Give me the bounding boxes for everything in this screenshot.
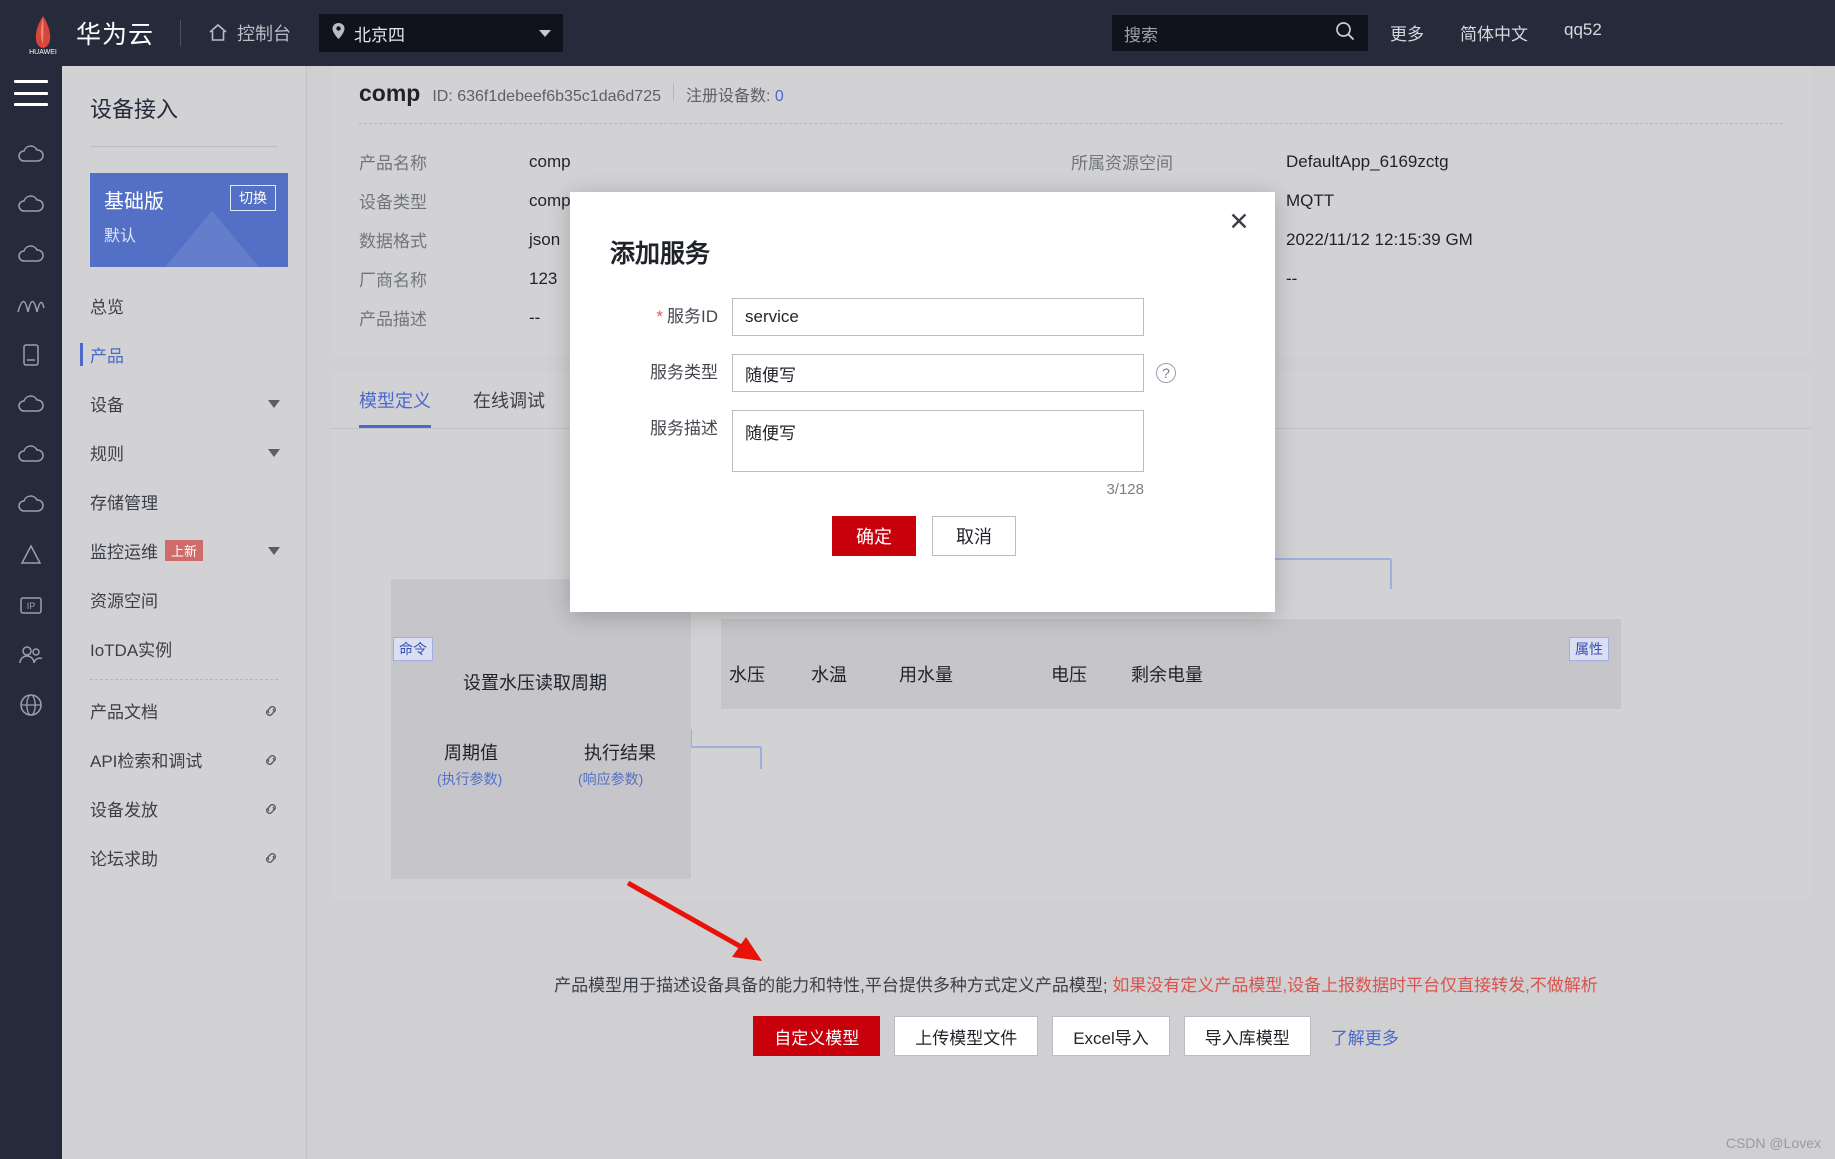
confirm-button[interactable]: 确定	[832, 516, 916, 556]
service-type-label: 服务类型	[570, 354, 732, 392]
character-counter: 3/128	[1106, 481, 1144, 498]
label-text: 服务类型	[650, 363, 718, 382]
service-description-textarea[interactable]	[732, 410, 1144, 472]
label-text: 服务描述	[650, 419, 718, 438]
required-asterisk-icon: *	[656, 307, 663, 326]
service-type-input[interactable]	[732, 354, 1144, 392]
help-icon[interactable]: ?	[1156, 363, 1176, 383]
dialog-action-buttons: 确定 取消	[570, 516, 1275, 556]
form-row-service-type: 服务类型 ?	[570, 354, 1275, 392]
close-icon[interactable]: ✕	[1225, 208, 1253, 236]
dialog-title: 添加服务	[610, 240, 711, 268]
watermark: CSDN @Lovex	[1725, 1135, 1821, 1151]
cancel-button[interactable]: 取消	[932, 516, 1016, 556]
service-id-label: * 服务ID	[570, 298, 732, 336]
label-text: 服务ID	[667, 307, 718, 326]
app-root: HUAWEI 华为云 控制台 北京四 搜索 更多 简体中文 qq52 IP 设备…	[0, 0, 1835, 1159]
service-description-wrapper: 3/128	[732, 410, 1144, 498]
service-description-label: 服务描述	[570, 410, 732, 448]
form-row-service-description: 服务描述 3/128	[570, 410, 1275, 498]
form-row-service-id: * 服务ID	[570, 298, 1275, 336]
service-id-input[interactable]	[732, 298, 1144, 336]
add-service-form: *服务ID 服务类型 ? 服务描述 3/128	[570, 270, 1275, 556]
add-service-dialog: ✕ 添加服务 *服务ID 服务类型 ? 服务描述	[570, 192, 1275, 612]
